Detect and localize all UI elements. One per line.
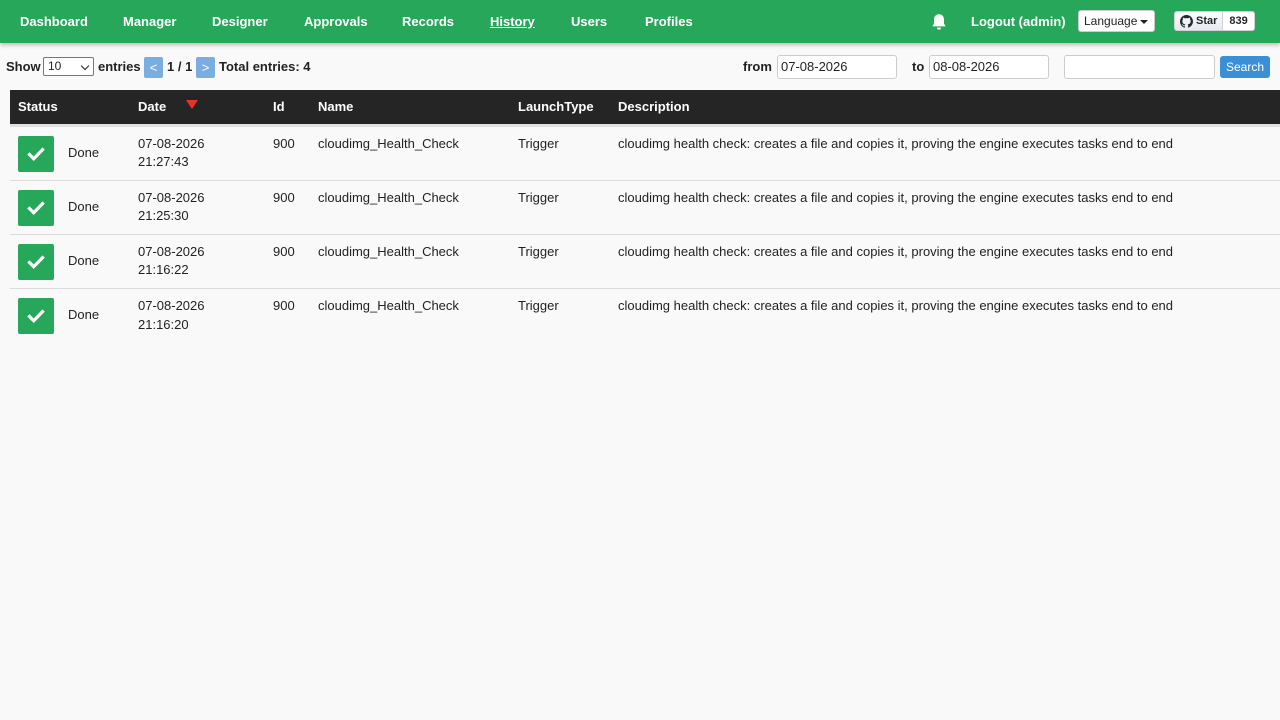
language-dropdown[interactable]: Language bbox=[1078, 10, 1155, 32]
prev-page-button[interactable]: < bbox=[144, 57, 163, 78]
to-label: to bbox=[912, 59, 925, 74]
table-row[interactable]: Done 07-08-2026 21:27:43 900 cloudimg_He… bbox=[10, 127, 1280, 181]
column-header-id[interactable]: Id bbox=[273, 100, 285, 114]
row-launch-type: Trigger bbox=[518, 190, 559, 205]
check-icon[interactable] bbox=[18, 298, 54, 334]
search-input[interactable] bbox=[1064, 55, 1215, 79]
page-indicator: 1 / 1 bbox=[167, 59, 193, 74]
row-name: cloudimg_Health_Check bbox=[318, 136, 459, 151]
row-id: 900 bbox=[273, 298, 295, 313]
column-header-launchtype[interactable]: LaunchType bbox=[518, 100, 594, 114]
table-row[interactable]: Done 07-08-2026 21:25:30 900 cloudimg_He… bbox=[10, 181, 1280, 235]
check-icon-graphic bbox=[27, 201, 45, 215]
row-launch-type: Trigger bbox=[518, 244, 559, 259]
status-text: Done bbox=[68, 145, 100, 160]
entries-label: entries bbox=[98, 59, 141, 74]
entries-per-page-value: 10 bbox=[48, 59, 62, 73]
total-entries: Total entries: 4 bbox=[219, 59, 311, 74]
from-date-input[interactable]: 07-08-2026 bbox=[777, 55, 897, 79]
row-date: 07-08-2026 bbox=[138, 244, 205, 259]
nav-manager[interactable]: Manager bbox=[123, 14, 176, 30]
bell-icon-graphic bbox=[932, 14, 946, 30]
search-button[interactable]: Search bbox=[1220, 56, 1270, 78]
github-star-button[interactable]: Star bbox=[1174, 11, 1224, 31]
column-header-status[interactable]: Status bbox=[18, 100, 58, 114]
nav-profiles[interactable]: Profiles bbox=[645, 14, 693, 30]
top-navbar: Dashboard Manager Designer Approvals Rec… bbox=[0, 0, 1280, 43]
row-launch-type: Trigger bbox=[518, 136, 559, 151]
row-date: 07-08-2026 bbox=[138, 136, 205, 151]
caret-down-icon bbox=[1140, 20, 1148, 24]
nav-dashboard[interactable]: Dashboard bbox=[20, 14, 88, 30]
column-header-description[interactable]: Description bbox=[618, 100, 690, 114]
nav-records[interactable]: Records bbox=[402, 14, 454, 30]
to-date-input[interactable]: 08-08-2026 bbox=[929, 55, 1049, 79]
row-name: cloudimg_Health_Check bbox=[318, 244, 459, 259]
row-launch-type: Trigger bbox=[518, 298, 559, 313]
github-star-count[interactable]: 839 bbox=[1223, 11, 1255, 31]
sort-desc-icon[interactable] bbox=[186, 100, 198, 109]
bell-icon[interactable] bbox=[929, 12, 949, 32]
row-description: cloudimg health check: creates a file an… bbox=[618, 190, 1174, 205]
table-row[interactable]: Done 07-08-2026 21:16:20 900 cloudimg_He… bbox=[10, 289, 1280, 343]
row-time: 21:27:43 bbox=[138, 154, 189, 169]
table-header: Status Date Id Name LaunchType Descripti… bbox=[10, 90, 1280, 124]
row-description: cloudimg health check: creates a file an… bbox=[618, 298, 1174, 313]
check-icon[interactable] bbox=[18, 244, 54, 280]
column-header-name[interactable]: Name bbox=[318, 100, 353, 114]
check-icon-graphic bbox=[27, 309, 45, 323]
row-time: 21:16:22 bbox=[138, 262, 189, 277]
language-label: Language bbox=[1084, 14, 1138, 28]
show-label: Show bbox=[6, 59, 41, 74]
github-star-label: Star bbox=[1196, 15, 1218, 27]
check-icon-graphic bbox=[27, 147, 45, 161]
check-icon[interactable] bbox=[18, 136, 54, 172]
nav-approvals[interactable]: Approvals bbox=[304, 14, 368, 30]
chevron-down-icon bbox=[80, 61, 90, 71]
check-icon-graphic bbox=[27, 255, 45, 269]
row-date: 07-08-2026 bbox=[138, 298, 205, 313]
row-name: cloudimg_Health_Check bbox=[318, 190, 459, 205]
nav-users[interactable]: Users bbox=[571, 14, 607, 30]
column-header-date[interactable]: Date bbox=[138, 100, 166, 114]
status-text: Done bbox=[68, 199, 100, 214]
status-text: Done bbox=[68, 253, 100, 268]
row-description: cloudimg health check: creates a file an… bbox=[618, 136, 1174, 151]
from-label: from bbox=[743, 59, 772, 74]
status-text: Done bbox=[68, 307, 100, 322]
check-icon[interactable] bbox=[18, 190, 54, 226]
entries-per-page-select[interactable]: 10 bbox=[43, 57, 94, 76]
row-time: 21:25:30 bbox=[138, 208, 189, 223]
row-id: 900 bbox=[273, 190, 295, 205]
next-page-button[interactable]: > bbox=[196, 57, 215, 78]
github-icon bbox=[1180, 14, 1193, 28]
row-time: 21:16:20 bbox=[138, 317, 189, 332]
row-id: 900 bbox=[273, 244, 295, 259]
row-name: cloudimg_Health_Check bbox=[318, 298, 459, 313]
row-description: cloudimg health check: creates a file an… bbox=[618, 244, 1174, 259]
logout-link[interactable]: Logout (admin) bbox=[971, 14, 1066, 30]
row-date: 07-08-2026 bbox=[138, 190, 205, 205]
github-star-widget: Star 839 bbox=[1174, 11, 1255, 31]
table-row[interactable]: Done 07-08-2026 21:16:22 900 cloudimg_He… bbox=[10, 235, 1280, 289]
row-id: 900 bbox=[273, 136, 295, 151]
nav-designer[interactable]: Designer bbox=[212, 14, 268, 30]
nav-history[interactable]: History bbox=[490, 14, 535, 30]
